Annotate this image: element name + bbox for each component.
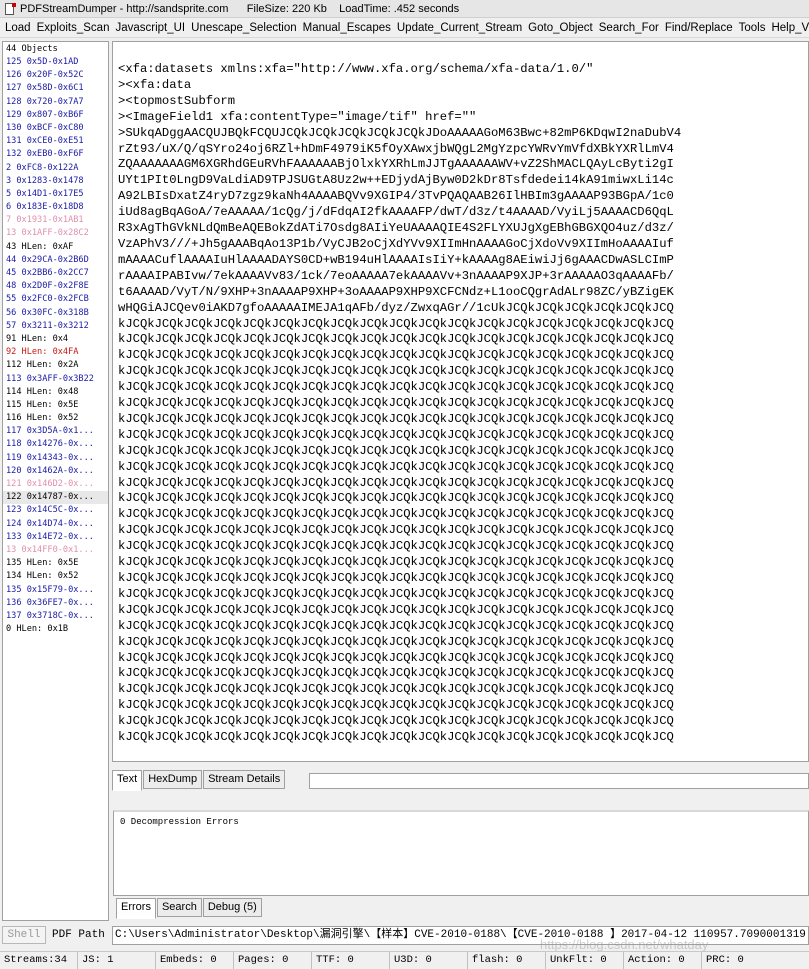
object-list-item[interactable]: 117 0x3D5A-0x1... <box>3 425 108 438</box>
object-list-item[interactable]: 0 HLen: 0x1B <box>3 623 108 636</box>
status-streams: Streams:34 <box>0 952 78 969</box>
status-action: Action: 0 <box>624 952 702 969</box>
object-list-item[interactable]: 125 0x5D-0x1AD <box>3 56 108 69</box>
object-list-item[interactable]: 126 0x20F-0x52C <box>3 69 108 82</box>
object-list-item[interactable]: 44 0x29CA-0x2B6D <box>3 254 108 267</box>
menu-help-videos[interactable]: Help_Videos <box>770 22 809 34</box>
status-flash: flash: 0 <box>468 952 546 969</box>
object-list-item[interactable]: 119 0x14343-0x... <box>3 452 108 465</box>
shell-button[interactable]: Shell <box>2 926 46 944</box>
title-bar: PDFStreamDumper - http://sandsprite.com … <box>0 0 809 18</box>
object-list-item[interactable]: 115 HLen: 0x5E <box>3 399 108 412</box>
object-list-item[interactable]: 48 0x2D0F-0x2F8E <box>3 280 108 293</box>
object-list-item[interactable]: 2 0xFC8-0x122A <box>3 162 108 175</box>
status-bar: Streams:34 JS: 1 Embeds: 0 Pages: 0 TTF:… <box>0 951 809 969</box>
object-list-item[interactable]: 127 0x58D-0x6C1 <box>3 82 108 95</box>
object-list-item[interactable]: 56 0x30FC-0x318B <box>3 307 108 320</box>
object-list[interactable]: 44 Objects 125 0x5D-0x1AD 126 0x20F-0x52C… <box>2 41 109 921</box>
status-embeds: Embeds: 0 <box>156 952 234 969</box>
object-list-item[interactable]: 122 0x14787-0x... <box>3 491 108 505</box>
menu-goto-object[interactable]: Goto_Object <box>527 22 598 34</box>
stream-text-view[interactable]: <xfa:datasets xmlns:xfa="http://www.xfa.… <box>112 41 809 762</box>
menu-unescape-selection[interactable]: Unescape_Selection <box>190 22 302 34</box>
status-unkflt: UnkFlt: 0 <box>546 952 624 969</box>
status-ttf: TTF: 0 <box>312 952 390 969</box>
object-list-item[interactable]: 132 0xEB0-0xF6F <box>3 148 108 161</box>
object-list-item[interactable]: 45 0x2BB6-0x2CC7 <box>3 267 108 280</box>
object-list-item[interactable]: 135 0x15F79-0x... <box>3 584 108 597</box>
menu-javascript-ui[interactable]: Javascript_UI <box>114 22 190 34</box>
object-list-item[interactable]: 137 0x3718C-0x... <box>3 610 108 623</box>
object-list-item[interactable]: 92 HLen: 0x4FA <box>3 346 108 359</box>
object-list-item[interactable]: 13 0x1AFF-0x28C2 <box>3 227 108 240</box>
object-list-item[interactable]: 134 HLen: 0x52 <box>3 570 108 583</box>
pdf-app-icon <box>4 2 16 15</box>
object-list-item[interactable]: 13 0x14FF0-0x1... <box>3 544 108 557</box>
object-list-item[interactable]: 128 0x720-0x7A7 <box>3 96 108 109</box>
object-list-item[interactable]: 121 0x146D2-0x... <box>3 478 108 491</box>
object-list-item[interactable]: 7 0x1931-0x1AB1 <box>3 214 108 227</box>
object-list-item[interactable]: 133 0x14E72-0x... <box>3 531 108 544</box>
object-list-item[interactable]: 57 0x3211-0x3212 <box>3 320 108 333</box>
object-list-item[interactable]: 112 HLen: 0x2A <box>3 359 108 372</box>
stream-details-field[interactable] <box>309 773 809 789</box>
watermark-text: https://blog.csdn.net/whatday <box>540 937 709 952</box>
object-list-item[interactable]: 124 0x14D74-0x... <box>3 518 108 531</box>
object-list-item[interactable]: 135 HLen: 0x5E <box>3 557 108 570</box>
status-u3d: U3D: 0 <box>390 952 468 969</box>
view-tabs: Text HexDump Stream Details <box>112 770 286 791</box>
object-list-item[interactable]: 130 0xBCF-0xC80 <box>3 122 108 135</box>
menu-exploits-scan[interactable]: Exploits_Scan <box>36 22 115 34</box>
menu-load[interactable]: Load <box>4 22 36 34</box>
object-list-item[interactable]: 91 HLen: 0x4 <box>3 333 108 346</box>
object-list-item[interactable]: 114 HLen: 0x48 <box>3 386 108 399</box>
object-list-item[interactable]: 118 0x14276-0x... <box>3 438 108 451</box>
object-list-item[interactable]: 3 0x1283-0x1478 <box>3 175 108 188</box>
object-count-header: 44 Objects <box>3 42 108 56</box>
tab-search[interactable]: Search <box>156 898 202 917</box>
object-list-item[interactable]: 123 0x14C5C-0x... <box>3 504 108 517</box>
object-list-item[interactable]: 55 0x2FC0-0x2FCB <box>3 293 108 306</box>
tab-debug[interactable]: Debug (5) <box>202 898 262 917</box>
status-js: JS: 1 <box>78 952 156 969</box>
object-list-item[interactable]: 136 0x36FE7-0x... <box>3 597 108 610</box>
object-list-item[interactable]: 5 0x14D1-0x17E5 <box>3 188 108 201</box>
menu-update-current-stream[interactable]: Update_Current_Stream <box>396 22 527 34</box>
menu-tools[interactable]: Tools <box>738 22 771 34</box>
object-list-item[interactable]: 43 HLen: 0xAF <box>3 241 108 254</box>
tab-hexdump[interactable]: HexDump <box>143 770 203 789</box>
tab-stream-details[interactable]: Stream Details <box>203 770 286 789</box>
stream-text-content[interactable]: <xfa:datasets xmlns:xfa="http://www.xfa.… <box>118 62 681 746</box>
object-list-item[interactable]: 129 0x807-0xB6F <box>3 109 108 122</box>
object-list-item[interactable]: 120 0x1462A-0x... <box>3 465 108 478</box>
menu-search-for[interactable]: Search_For <box>598 22 664 34</box>
status-prc: PRC: 0 <box>706 954 744 966</box>
object-list-item[interactable]: 6 0x183E-0x18D8 <box>3 201 108 214</box>
window-title: PDFStreamDumper - http://sandsprite.com … <box>20 2 460 15</box>
bottom-tabs: Errors Search Debug (5) <box>116 898 263 919</box>
menu-find-replace[interactable]: Find/Replace <box>664 22 738 34</box>
object-list-item[interactable]: 131 0xCE0-0xE51 <box>3 135 108 148</box>
object-list-item[interactable]: 113 0x3AFF-0x3B22 <box>3 373 108 386</box>
tab-text[interactable]: Text <box>112 770 143 791</box>
decompression-errors-text: 0 Decompression Errors <box>120 817 239 827</box>
object-list-item[interactable]: 116 HLen: 0x52 <box>3 412 108 425</box>
tab-errors[interactable]: Errors <box>116 898 156 919</box>
pdf-path-label: PDF Path <box>52 929 105 941</box>
menu-bar: Load Exploits_Scan Javascript_UI Unescap… <box>0 19 809 38</box>
status-pages: Pages: 0 <box>234 952 312 969</box>
errors-panel: 0 Decompression Errors <box>113 810 809 896</box>
menu-manual-escapes[interactable]: Manual_Escapes <box>302 22 396 34</box>
